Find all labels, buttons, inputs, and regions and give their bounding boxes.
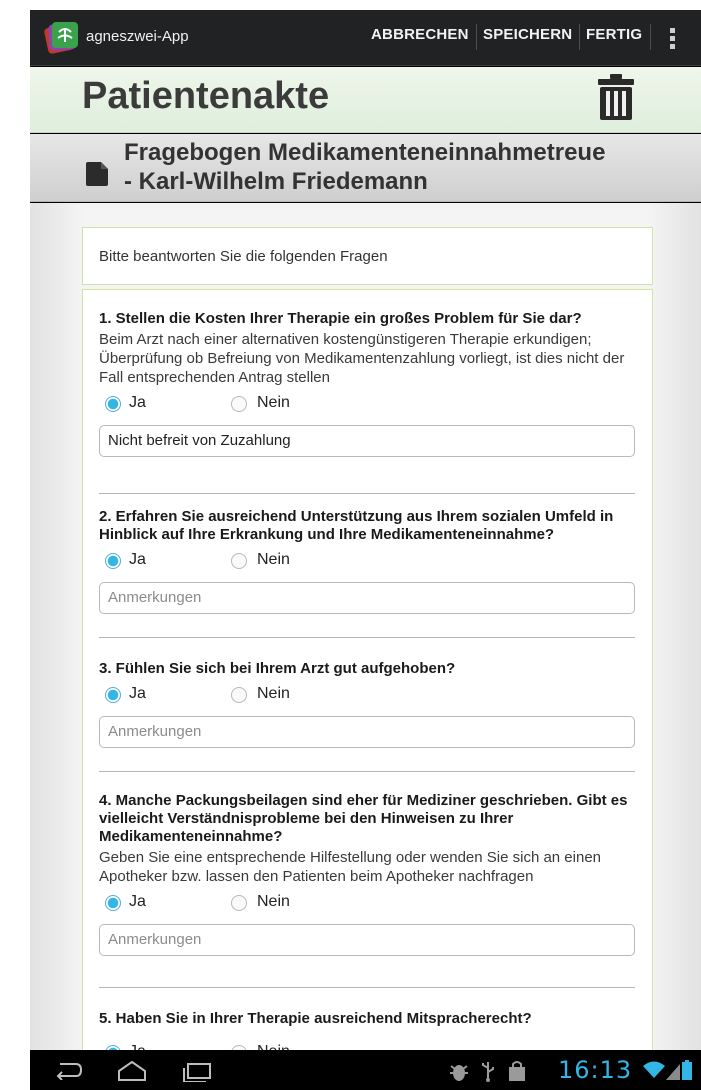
questionnaire-form: 1. Stellen die Kosten Ihrer Therapie ein… xyxy=(82,289,653,1051)
question-divider xyxy=(99,771,635,772)
shopping-bag-icon xyxy=(509,1061,525,1081)
question-divider xyxy=(99,637,635,638)
question-divider xyxy=(99,493,635,494)
radio-yes-label[interactable]: Ja xyxy=(129,685,146,703)
action-divider xyxy=(579,24,580,50)
document-icon xyxy=(86,162,108,186)
remarks-field[interactable]: Nicht befreit von Zuzahlung xyxy=(99,425,635,457)
answer-radio-group: Ja Nein xyxy=(99,393,639,419)
answer-radio-group: Ja Nein xyxy=(99,550,639,576)
save-button[interactable]: SPEICHERN xyxy=(483,26,572,43)
page-title: Patientenakte xyxy=(82,75,330,117)
remarks-field[interactable]: Anmerkungen xyxy=(99,716,635,748)
recent-apps-icon[interactable] xyxy=(182,1060,214,1082)
header-band: Patientenakte xyxy=(30,67,701,133)
question-title: 2. Erfahren Sie ausreichend Unterstützun… xyxy=(99,508,614,543)
radio-yes[interactable] xyxy=(105,895,121,911)
status-clock: 16:13 xyxy=(558,1056,633,1084)
radio-yes-label[interactable]: Ja xyxy=(129,394,146,412)
section-title: Fragebogen Medikamenteneinnahmetreue - K… xyxy=(124,138,605,196)
answer-radio-group: Ja Nein xyxy=(99,684,639,710)
overflow-menu-icon[interactable] xyxy=(670,28,676,50)
app-title: agneszwei-App xyxy=(86,28,189,45)
signal-icon xyxy=(666,1064,680,1080)
question-hint: Beim Arzt nach einer alternativen kosten… xyxy=(99,331,625,386)
question-5: 5. Haben Sie in Ihrer Therapie ausreiche… xyxy=(99,1010,639,1051)
app-logo-icon[interactable] xyxy=(44,20,80,56)
radio-no-label[interactable]: Nein xyxy=(257,394,290,412)
radio-yes-label[interactable]: Ja xyxy=(129,551,146,569)
section-title-line: Fragebogen Medikamenteneinnahmetreue xyxy=(124,139,606,166)
radio-no[interactable] xyxy=(231,553,247,569)
question-2: 2. Erfahren Sie ausreichend Unterstützun… xyxy=(99,508,639,614)
question-hint: Geben Sie eine entsprechende Hilfestellu… xyxy=(99,849,602,885)
question-4: 4. Manche Packungsbeilagen sind eher für… xyxy=(99,792,639,956)
action-bar: agneszwei-App ABBRECHEN SPEICHERN FERTIG xyxy=(30,10,701,66)
system-bar: 16:13 xyxy=(30,1050,701,1090)
wifi-icon xyxy=(643,1061,665,1078)
cancel-button[interactable]: ABBRECHEN xyxy=(371,26,469,43)
done-button[interactable]: FERTIG xyxy=(586,26,642,43)
radio-yes[interactable] xyxy=(105,553,121,569)
device-screen: agneszwei-App ABBRECHEN SPEICHERN FERTIG… xyxy=(30,10,701,1090)
radio-no[interactable] xyxy=(231,396,247,412)
radio-no-label[interactable]: Nein xyxy=(257,551,290,569)
usb-icon xyxy=(482,1062,494,1082)
intro-box: Bitte beantworten Sie die folgenden Frag… xyxy=(82,227,653,285)
form-scroll-area[interactable]: Bitte beantworten Sie die folgenden Frag… xyxy=(30,203,701,1051)
question-divider xyxy=(99,987,635,988)
question-title: 5. Haben Sie in Ihrer Therapie ausreiche… xyxy=(99,1010,532,1027)
section-title-line: - Karl-Wilhelm Friedemann xyxy=(124,168,428,195)
radio-no-label[interactable]: Nein xyxy=(257,685,290,703)
debug-icon xyxy=(450,1065,468,1081)
radio-no-label[interactable]: Nein xyxy=(257,893,290,911)
remarks-field[interactable]: Anmerkungen xyxy=(99,582,635,614)
question-title: 3. Fühlen Sie sich bei Ihrem Arzt gut au… xyxy=(99,660,456,677)
remarks-field[interactable]: Anmerkungen xyxy=(99,924,635,956)
battery-icon xyxy=(682,1060,692,1080)
question-1: 1. Stellen die Kosten Ihrer Therapie ein… xyxy=(99,310,639,457)
question-3: 3. Fühlen Sie sich bei Ihrem Arzt gut au… xyxy=(99,660,639,748)
trash-icon[interactable] xyxy=(596,73,636,121)
section-header: Fragebogen Medikamenteneinnahmetreue - K… xyxy=(30,134,701,202)
question-title: 4. Manche Packungsbeilagen sind eher für… xyxy=(99,792,628,845)
action-divider xyxy=(650,24,651,50)
action-divider xyxy=(476,24,477,50)
home-icon[interactable] xyxy=(116,1060,148,1082)
question-title: 1. Stellen die Kosten Ihrer Therapie ein… xyxy=(99,310,582,327)
radio-no[interactable] xyxy=(231,895,247,911)
answer-radio-group: Ja Nein xyxy=(99,892,639,918)
back-icon[interactable] xyxy=(52,1060,84,1080)
radio-yes-label[interactable]: Ja xyxy=(129,893,146,911)
radio-yes[interactable] xyxy=(105,396,121,412)
radio-no[interactable] xyxy=(231,687,247,703)
intro-text: Bitte beantworten Sie die folgenden Frag… xyxy=(99,248,388,265)
radio-yes[interactable] xyxy=(105,687,121,703)
